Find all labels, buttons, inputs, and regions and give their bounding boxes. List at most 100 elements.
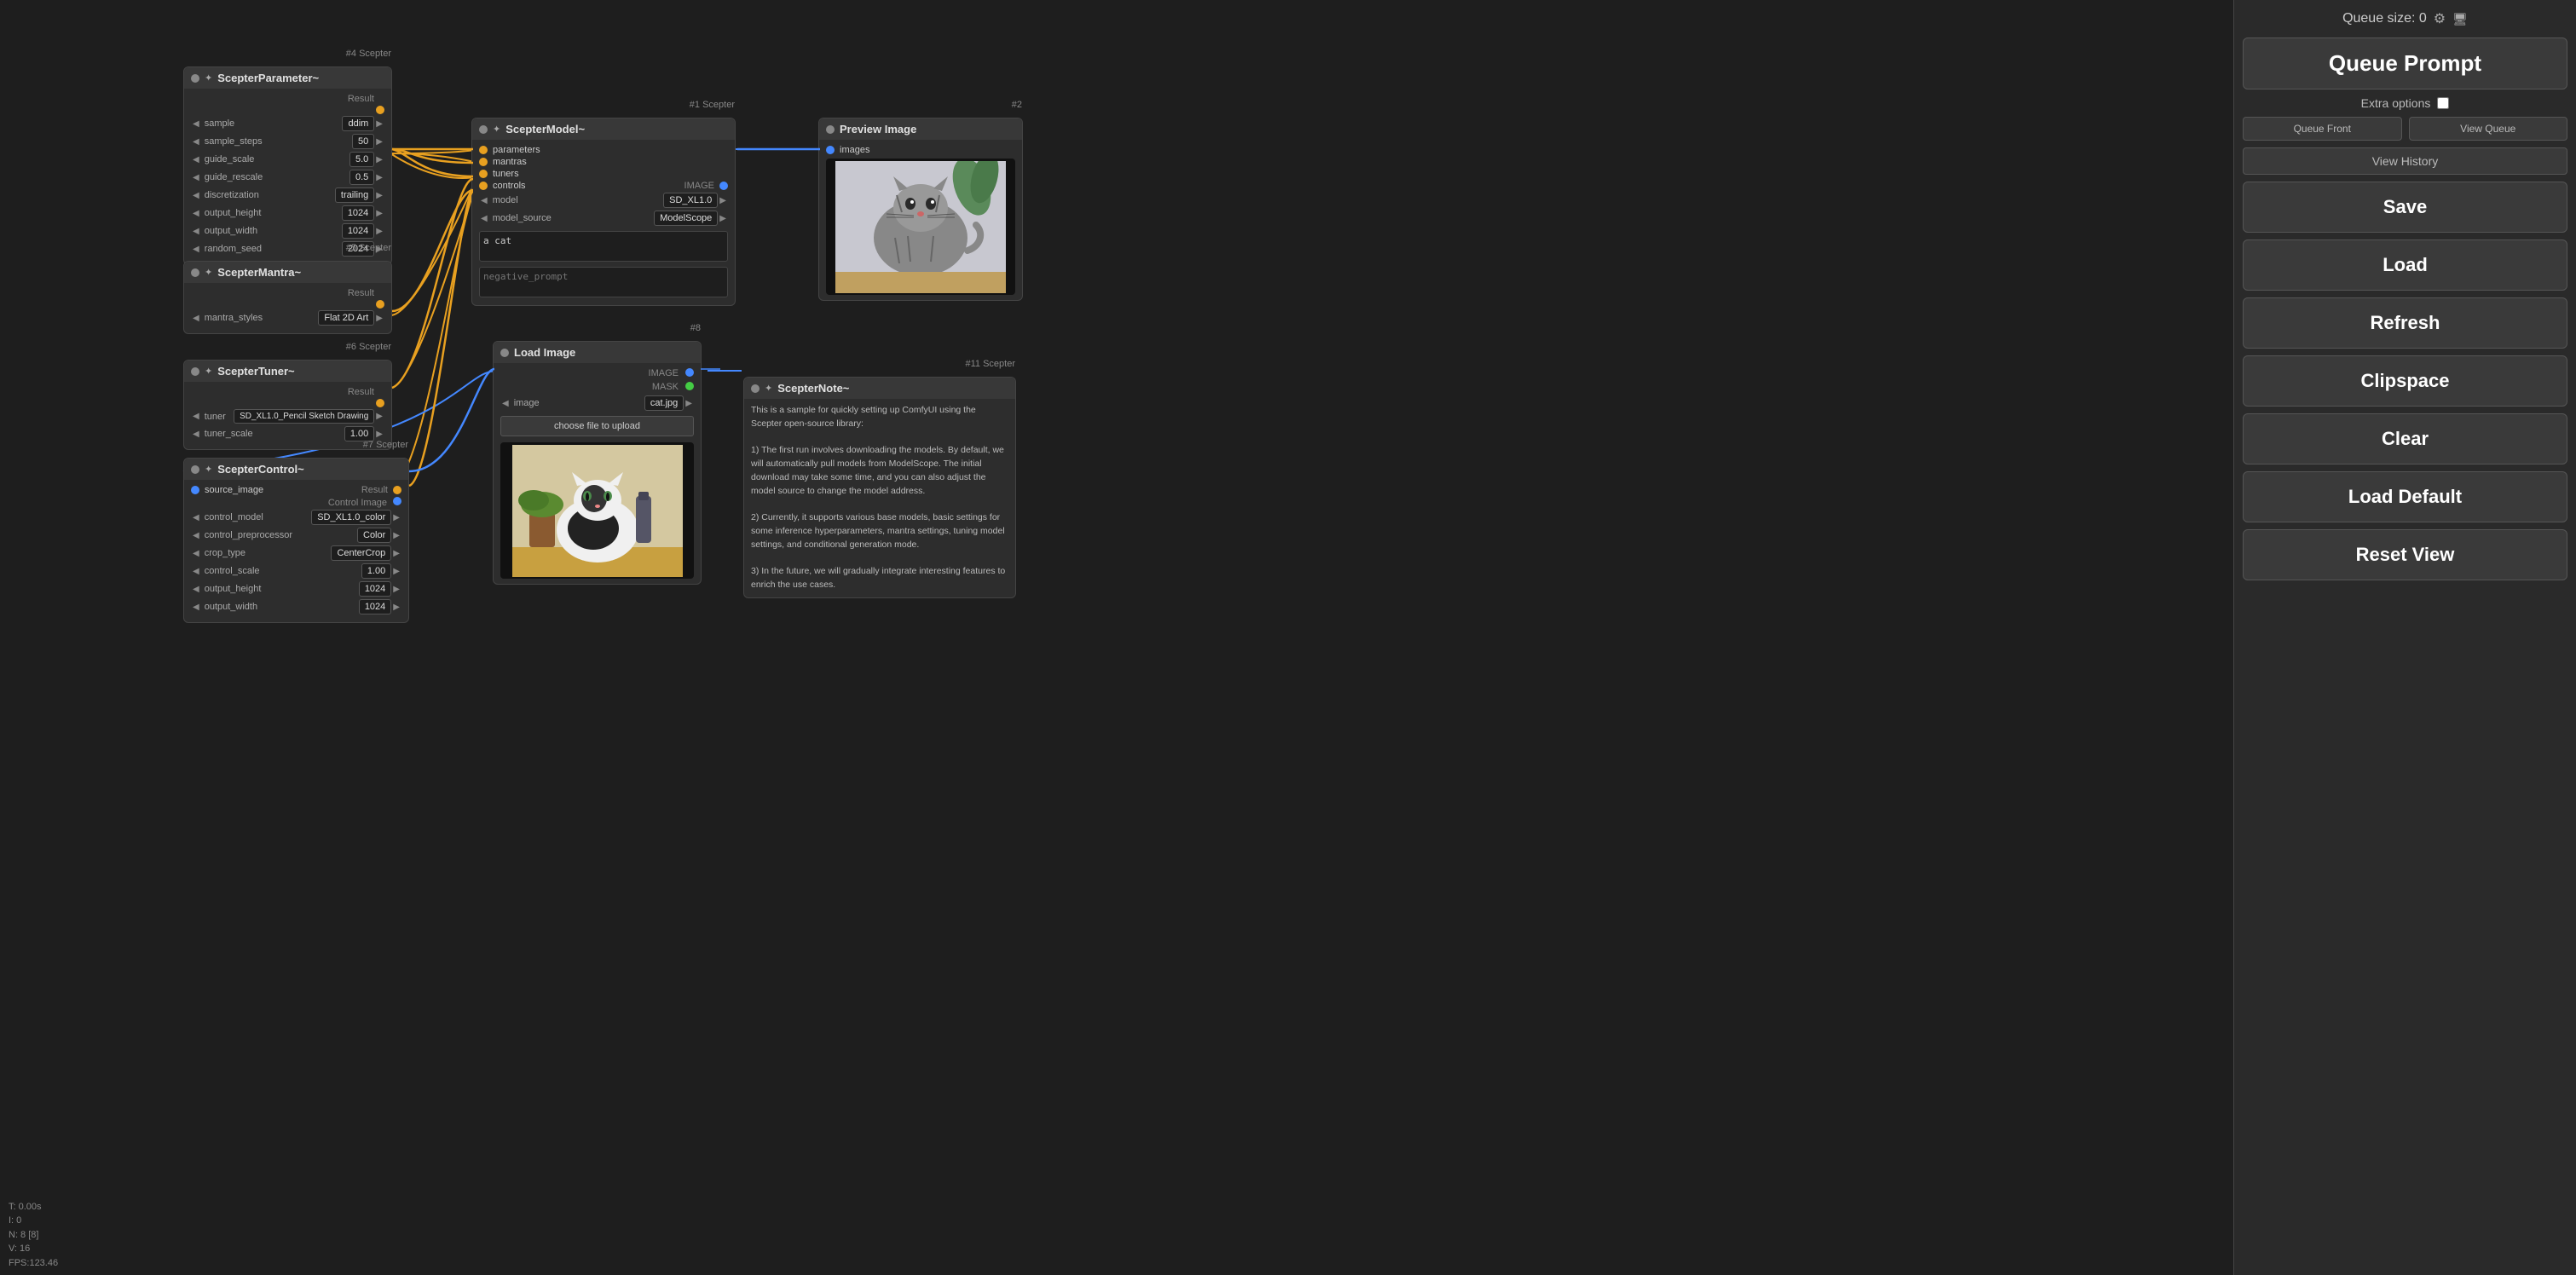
scepter-model-node: #1 Scepter ✦ ScepterModel~ parameters ma… — [471, 118, 736, 306]
node-body-tuner: Result ◀ tuner SD_XL1.0_Pencil Sketch Dr… — [184, 382, 391, 449]
result-connector-mantra[interactable] — [376, 300, 384, 309]
status-i: I: 0 — [9, 1214, 162, 1228]
node-collapse-dot-mantra[interactable] — [191, 268, 199, 277]
node-collapse-dot-control[interactable] — [191, 465, 199, 474]
result-connector-tuner[interactable] — [376, 399, 384, 407]
control-image-connector[interactable] — [393, 497, 401, 505]
node-tag-preview: #2 — [1012, 100, 1022, 110]
arrow-right-guide-rescale[interactable]: ▶ — [374, 173, 384, 182]
arrow-left-tuner[interactable]: ◀ — [191, 412, 201, 421]
canvas-area[interactable]: #4 Scepter ✦ ScepterParameter~ Result ◀ … — [0, 0, 2233, 1275]
arrow-left-cp[interactable]: ◀ — [191, 531, 201, 540]
node-collapse-dot-load-image[interactable] — [500, 349, 509, 357]
scepter-tuner-node: #6 Scepter ✦ ScepterTuner~ Result ◀ tune… — [183, 360, 392, 450]
arrow-right-cs[interactable]: ▶ — [391, 567, 401, 576]
node-row-control-scale: ◀ control_scale 1.00 ▶ — [191, 563, 401, 579]
node-row-tuner: ◀ tuner SD_XL1.0_Pencil Sketch Drawing ▶ — [191, 409, 384, 424]
arrow-left-coh[interactable]: ◀ — [191, 585, 201, 594]
view-queue-button[interactable]: View Queue — [2409, 117, 2568, 141]
node-row-output-width: ◀ output_width 1024 ▶ — [191, 223, 384, 239]
controls-connector[interactable] — [479, 182, 488, 190]
view-history-button[interactable]: View History — [2243, 147, 2567, 175]
arrow-right-ct[interactable]: ▶ — [391, 549, 401, 558]
parameters-connector[interactable] — [479, 146, 488, 154]
node-row-control-pre: ◀ control_preprocessor Color ▶ — [191, 528, 401, 543]
node-collapse-dot-tuner[interactable] — [191, 367, 199, 376]
gear-icon[interactable]: ⚙ — [2434, 10, 2446, 27]
model-image-out-connector[interactable] — [719, 182, 728, 190]
arrow-right-mantra[interactable]: ▶ — [374, 314, 384, 323]
arrow-left-ow[interactable]: ◀ — [191, 227, 201, 236]
arrow-left-ct[interactable]: ◀ — [191, 549, 201, 558]
load-mask-out-connector[interactable] — [685, 382, 694, 390]
reset-view-button[interactable]: Reset View — [2243, 529, 2567, 580]
control-result-connector[interactable] — [393, 486, 401, 494]
positive-prompt-input[interactable]: a cat — [479, 231, 728, 262]
arrow-left-cm[interactable]: ◀ — [191, 513, 201, 522]
arrow-left-steps[interactable]: ◀ — [191, 137, 201, 147]
arrow-left-seed[interactable]: ◀ — [191, 245, 201, 254]
arrow-right-discr[interactable]: ▶ — [374, 191, 384, 200]
arrow-left-oh[interactable]: ◀ — [191, 209, 201, 218]
queue-prompt-button[interactable]: Queue Prompt — [2243, 38, 2567, 89]
queue-front-button[interactable]: Queue Front — [2243, 117, 2402, 141]
save-button[interactable]: Save — [2243, 182, 2567, 233]
node-tag-control: #7 Scepter — [363, 440, 408, 450]
load-button[interactable]: Load — [2243, 239, 2567, 291]
node-row-sample: ◀ sample ddim ▶ — [191, 116, 384, 131]
load-image-out-connector[interactable] — [685, 368, 694, 377]
arrow-right-model[interactable]: ▶ — [718, 196, 728, 205]
node-tag-tuner: #6 Scepter — [346, 342, 391, 352]
negative-prompt-input[interactable] — [479, 267, 728, 297]
preview-image-display — [826, 159, 1015, 295]
display-icon[interactable]: 🖥 — [2452, 12, 2468, 26]
cat-drawing-svg — [835, 161, 1006, 293]
choose-file-button[interactable]: choose file to upload — [500, 416, 694, 436]
result-connector-parameter[interactable] — [376, 106, 384, 114]
mantras-connector[interactable] — [479, 158, 488, 166]
arrow-left-imgfile[interactable]: ◀ — [500, 399, 511, 408]
node-collapse-dot-preview[interactable] — [826, 125, 835, 134]
arrow-right-ms[interactable]: ▶ — [718, 214, 728, 223]
arrow-left-mantra[interactable]: ◀ — [191, 314, 201, 323]
tuners-connector[interactable] — [479, 170, 488, 178]
arrow-right-tuner-scale[interactable]: ▶ — [374, 430, 384, 439]
node-row-sample-steps: ◀ sample_steps 50 ▶ — [191, 134, 384, 149]
arrow-right-ow[interactable]: ▶ — [374, 227, 384, 236]
clear-button[interactable]: Clear — [2243, 413, 2567, 464]
queue-front-view-row: Queue Front View Queue — [2243, 117, 2567, 141]
arrow-right-imgfile[interactable]: ▶ — [684, 399, 694, 408]
arrow-right-guide-scale[interactable]: ▶ — [374, 155, 384, 164]
refresh-button[interactable]: Refresh — [2243, 297, 2567, 349]
arrow-left-tuner-scale[interactable]: ◀ — [191, 430, 201, 439]
arrow-left-discr[interactable]: ◀ — [191, 191, 201, 200]
arrow-right-cp[interactable]: ▶ — [391, 531, 401, 540]
arrow-left-model[interactable]: ◀ — [479, 196, 489, 205]
arrow-right-steps[interactable]: ▶ — [374, 137, 384, 147]
arrow-left-guide-scale[interactable]: ◀ — [191, 155, 201, 164]
arrow-right-oh[interactable]: ▶ — [374, 209, 384, 218]
parameters-socket: parameters — [479, 145, 728, 155]
arrow-right-tuner[interactable]: ▶ — [374, 412, 384, 421]
images-connector[interactable] — [826, 146, 835, 154]
node-collapse-dot-note[interactable] — [751, 384, 760, 393]
arrow-right-sample[interactable]: ▶ — [374, 119, 384, 129]
status-t: T: 0.00s — [9, 1200, 162, 1214]
node-collapse-dot-model[interactable] — [479, 125, 488, 134]
arrow-left-cow[interactable]: ◀ — [191, 603, 201, 612]
source-image-connector[interactable] — [191, 486, 199, 494]
node-body-mantra: Result ◀ mantra_styles Flat 2D Art ▶ — [184, 283, 391, 333]
node-collapse-dot-parameter[interactable] — [191, 74, 199, 83]
arrow-left-guide-rescale[interactable]: ◀ — [191, 173, 201, 182]
node-title-control: ScepterControl~ — [217, 463, 304, 476]
mantras-socket: mantras — [479, 157, 728, 167]
load-default-button[interactable]: Load Default — [2243, 471, 2567, 522]
extra-options-checkbox[interactable] — [2437, 97, 2449, 109]
arrow-left-cs[interactable]: ◀ — [191, 567, 201, 576]
arrow-left-ms[interactable]: ◀ — [479, 214, 489, 223]
arrow-right-cow[interactable]: ▶ — [391, 603, 401, 612]
arrow-right-cm[interactable]: ▶ — [391, 513, 401, 522]
arrow-left-sample[interactable]: ◀ — [191, 119, 201, 129]
clipspace-button[interactable]: Clipspace — [2243, 355, 2567, 407]
arrow-right-coh[interactable]: ▶ — [391, 585, 401, 594]
